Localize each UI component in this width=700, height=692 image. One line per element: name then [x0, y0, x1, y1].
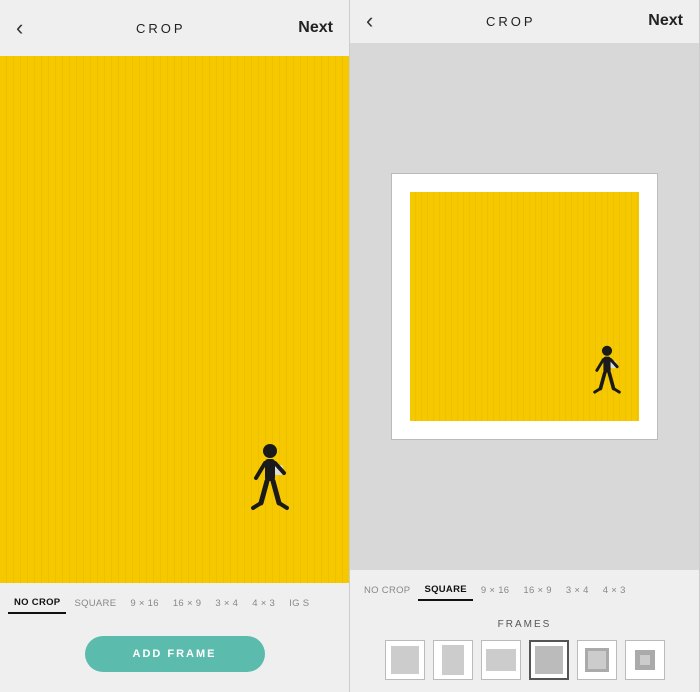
right-next-button[interactable]: Next [648, 12, 683, 30]
frames-section: FRAMES [350, 611, 699, 692]
left-header: ‹ CROP Next [0, 0, 349, 56]
right-header: ‹ CROP Next [350, 0, 699, 43]
frame-thumb-5[interactable] [577, 640, 617, 680]
crop-option-4x3-right[interactable]: 4 × 3 [597, 581, 632, 600]
left-title: CROP [136, 21, 186, 36]
frame-thumb-1[interactable] [385, 640, 425, 680]
right-panel: ‹ CROP Next [350, 0, 700, 692]
right-crop-options: NO CROP SQUARE 9 × 16 16 × 9 3 × 4 4 × 3 [350, 570, 699, 611]
frame-thumb-4[interactable] [529, 640, 569, 680]
crop-option-16x9-right[interactable]: 16 × 9 [517, 581, 557, 600]
crop-option-no-crop-right[interactable]: NO CROP [358, 581, 416, 600]
right-title: CROP [486, 14, 536, 29]
person-right [593, 345, 621, 403]
crop-option-9x16-right[interactable]: 9 × 16 [475, 581, 515, 600]
frames-row [358, 640, 691, 680]
left-next-button[interactable]: Next [298, 19, 333, 37]
person-left [251, 443, 289, 523]
crop-option-no-crop-left[interactable]: NO CROP [8, 593, 66, 614]
crop-option-square-left[interactable]: SQUARE [68, 594, 122, 613]
add-frame-button[interactable]: ADD FRAME [85, 636, 265, 672]
left-back-button[interactable]: ‹ [16, 17, 23, 39]
left-image-area [0, 56, 349, 583]
crop-option-3x4-left[interactable]: 3 × 4 [209, 594, 244, 613]
frame-thumb-3[interactable] [481, 640, 521, 680]
yellow-wall-left [0, 56, 349, 583]
frame-thumb-6[interactable] [625, 640, 665, 680]
framed-image [392, 174, 657, 439]
crop-option-9x16-left[interactable]: 9 × 16 [124, 594, 164, 613]
frames-label: FRAMES [358, 619, 691, 630]
crop-option-3x4-right[interactable]: 3 × 4 [560, 581, 595, 600]
yellow-wall-right [410, 192, 639, 421]
crop-option-16x9-left[interactable]: 16 × 9 [167, 594, 207, 613]
crop-option-igs-left[interactable]: IG S [283, 594, 315, 613]
left-crop-options: NO CROP SQUARE 9 × 16 16 × 9 3 × 4 4 × 3… [0, 583, 349, 624]
left-panel: ‹ CROP Next [0, 0, 350, 692]
right-back-button[interactable]: ‹ [366, 10, 373, 32]
left-bottom-controls: NO CROP SQUARE 9 × 16 16 × 9 3 × 4 4 × 3… [0, 583, 349, 692]
crop-option-4x3-left[interactable]: 4 × 3 [246, 594, 281, 613]
frame-thumb-2[interactable] [433, 640, 473, 680]
right-image-area [350, 43, 699, 570]
right-bottom-controls: NO CROP SQUARE 9 × 16 16 × 9 3 × 4 4 × 3… [350, 570, 699, 692]
crop-option-square-right[interactable]: SQUARE [418, 580, 472, 601]
